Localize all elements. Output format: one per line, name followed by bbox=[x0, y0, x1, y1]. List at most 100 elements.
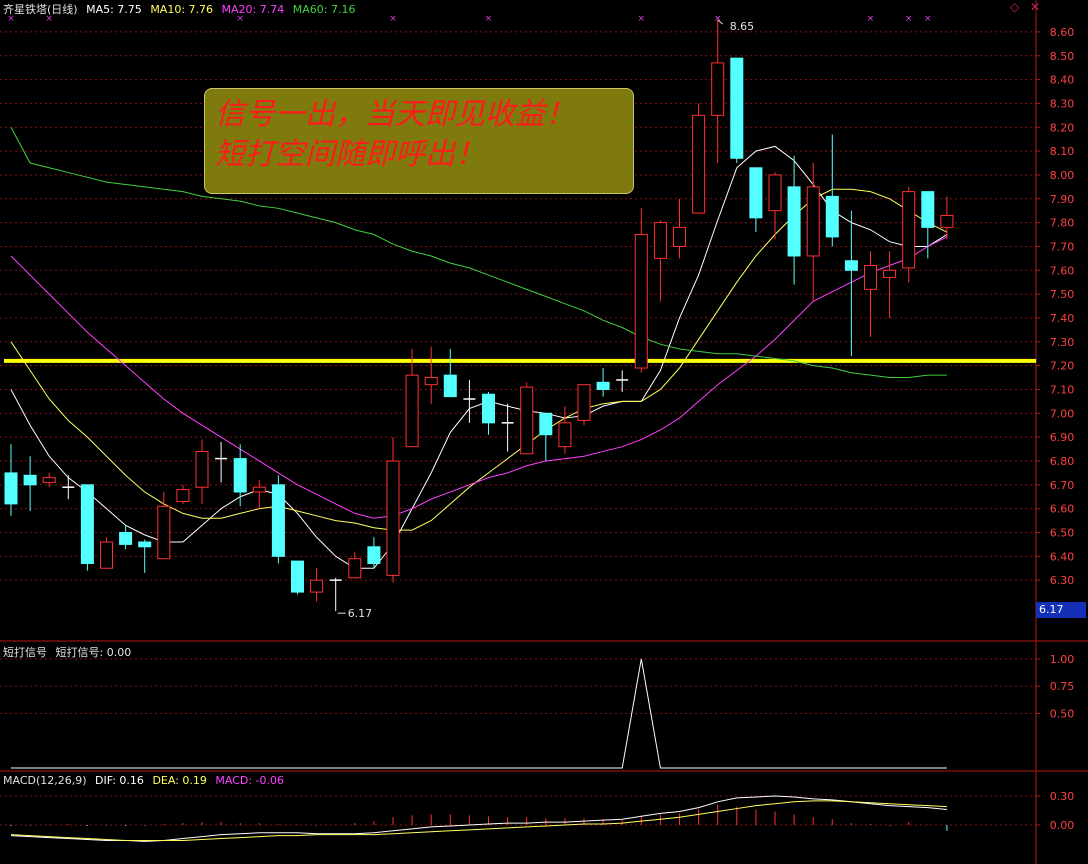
candle-body bbox=[902, 191, 916, 269]
candle-body bbox=[348, 558, 362, 579]
candle-body bbox=[768, 174, 782, 212]
macd-tick-label: 0.00 bbox=[1050, 819, 1075, 832]
candle-body bbox=[424, 377, 438, 386]
candle-body bbox=[100, 541, 113, 569]
price-tick-label: 8.40 bbox=[1050, 74, 1075, 87]
candle-body bbox=[558, 422, 572, 448]
candle-body bbox=[271, 484, 285, 557]
signal-marker: × bbox=[924, 14, 932, 24]
candle-body bbox=[864, 265, 877, 290]
candle-body bbox=[883, 269, 897, 278]
price-tick-label: 7.30 bbox=[1050, 336, 1075, 349]
candle-body bbox=[596, 381, 610, 390]
signal-marker: × bbox=[485, 14, 493, 24]
ma-line-ma5 bbox=[10, 145, 948, 569]
price-tick-label: 6.90 bbox=[1050, 431, 1075, 444]
signal-header: 短打信号 短打信号: 0.00 bbox=[3, 644, 136, 660]
dif-readout: DIF: 0.16 bbox=[95, 774, 144, 787]
price-tick-label: 8.20 bbox=[1050, 121, 1075, 134]
candle-body bbox=[653, 222, 667, 259]
candle-body bbox=[730, 57, 744, 159]
price-tick-label: 7.40 bbox=[1050, 312, 1075, 325]
candle-body bbox=[367, 546, 381, 564]
candle-body bbox=[940, 214, 954, 228]
ma-line-ma20 bbox=[10, 236, 948, 519]
price-tick-label: 6.30 bbox=[1050, 574, 1075, 587]
signal-marker: × bbox=[638, 14, 646, 24]
signal-marker: × bbox=[867, 14, 875, 24]
candle-body bbox=[787, 186, 801, 257]
candle-body bbox=[844, 260, 858, 271]
price-tick-label: 6.60 bbox=[1050, 503, 1075, 516]
current-price-tag: 6.17 bbox=[1036, 602, 1086, 618]
candle-body bbox=[482, 393, 495, 424]
banner-line-1: 信号一出，当天即见收益！ bbox=[215, 97, 575, 132]
main-header: 齐星铁塔(日线) MA5: 7.75 MA10: 7.76 MA20: 7.74… bbox=[3, 1, 360, 17]
macd-title: MACD(12,26,9) bbox=[3, 774, 87, 787]
price-tick-label: 7.10 bbox=[1050, 383, 1075, 396]
banner-line-2: 短打空间随即呼出！ bbox=[215, 137, 485, 172]
price-tick-label: 6.80 bbox=[1050, 455, 1075, 468]
signal-value: 短打信号: 0.00 bbox=[55, 646, 132, 659]
price-tick-label: 7.60 bbox=[1050, 264, 1075, 277]
candle-body bbox=[4, 472, 18, 505]
candle-body bbox=[233, 458, 247, 493]
signal-tick-label: 1.00 bbox=[1050, 653, 1075, 666]
candle-body bbox=[195, 450, 209, 488]
candle-body bbox=[157, 505, 171, 560]
candle-body bbox=[176, 489, 190, 503]
price-tick-label: 6.40 bbox=[1050, 550, 1075, 563]
promo-banner: 信号一出，当天即见收益！ 短打空间随即呼出！ bbox=[204, 88, 634, 194]
diamond-icon[interactable]: ◇ bbox=[1010, 0, 1019, 14]
stock-chart-window: 6.30 6.40 6.50 6.60 6.70 6.80 6.90 7.00 7.10 7.20… bbox=[0, 0, 1088, 864]
candle-body bbox=[119, 531, 133, 545]
candle-body bbox=[749, 167, 763, 219]
price-tick-label: 7.70 bbox=[1050, 240, 1075, 253]
candle-body bbox=[692, 114, 706, 214]
signal-tick-label: 0.50 bbox=[1050, 707, 1075, 720]
price-tick-label: 6.70 bbox=[1050, 479, 1075, 492]
candle-body bbox=[310, 579, 324, 593]
price-tick-label: 7.20 bbox=[1050, 360, 1075, 373]
candle-body bbox=[42, 477, 56, 483]
price-tick-label: 8.10 bbox=[1050, 145, 1075, 158]
macd-line-dea bbox=[10, 800, 947, 841]
max-price-label: 8.65 bbox=[730, 20, 755, 33]
close-icon[interactable]: ✕ bbox=[1030, 0, 1040, 14]
ma10-readout: MA10: 7.76 bbox=[150, 3, 214, 16]
candle-body bbox=[386, 460, 400, 576]
dea-readout: DEA: 0.19 bbox=[152, 774, 207, 787]
candle-body bbox=[405, 374, 419, 448]
price-tick-label: 7.00 bbox=[1050, 407, 1075, 420]
candle-body bbox=[291, 560, 304, 593]
price-tick-label: 6.50 bbox=[1050, 526, 1075, 539]
candle-body bbox=[539, 412, 553, 436]
candle-body bbox=[806, 186, 820, 257]
security-name: 齐星铁塔(日线) bbox=[3, 3, 78, 16]
signal-marker: × bbox=[905, 14, 913, 24]
candle-body bbox=[252, 486, 266, 493]
candle-body bbox=[23, 474, 37, 486]
signal-marker: × bbox=[389, 14, 397, 24]
signal-title: 短打信号 bbox=[3, 646, 47, 659]
macd-tick-label: 0.30 bbox=[1050, 790, 1075, 803]
candle-body bbox=[80, 484, 94, 564]
candle-body bbox=[634, 234, 648, 369]
price-tick-label: 7.90 bbox=[1050, 193, 1075, 206]
min-price-label: 6.17 bbox=[348, 607, 373, 620]
signal-tick-label: 0.75 bbox=[1050, 680, 1075, 693]
candle-body bbox=[443, 374, 457, 398]
price-tick-label: 7.50 bbox=[1050, 288, 1075, 301]
ma60-readout: MA60: 7.16 bbox=[292, 3, 356, 16]
candle-body bbox=[921, 191, 935, 228]
price-tick-label: 8.30 bbox=[1050, 97, 1075, 110]
ma5-readout: MA5: 7.75 bbox=[86, 3, 142, 16]
candle-body bbox=[825, 195, 839, 238]
candle-body bbox=[520, 386, 534, 455]
macd-readout: MACD: -0.06 bbox=[215, 774, 285, 787]
price-tick-label: 8.00 bbox=[1050, 169, 1075, 182]
price-tick-label: 8.60 bbox=[1050, 26, 1075, 39]
price-tick-label: 8.50 bbox=[1050, 50, 1075, 63]
candle-body bbox=[577, 384, 591, 421]
candle-body bbox=[138, 541, 152, 548]
